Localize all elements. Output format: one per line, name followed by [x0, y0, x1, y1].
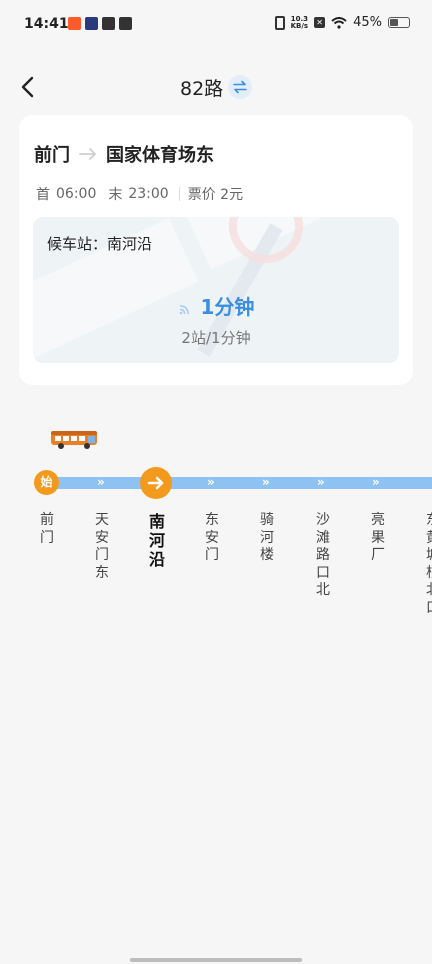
last-bus-label: 末 — [108, 187, 123, 203]
network-speed-unit: KB/s — [290, 21, 309, 30]
stop-label[interactable]: 东黄城根北口 — [423, 512, 432, 617]
network-speed: 10.3 KB/s — [290, 15, 309, 30]
first-bus-label: 首 — [36, 187, 50, 203]
sim-off-icon: ✕ — [314, 17, 326, 28]
last-bus-time: 23:00 — [128, 186, 169, 202]
notification-app-icon — [68, 17, 81, 30]
chevron-right-icon: » — [262, 475, 270, 489]
wifi-icon — [331, 16, 347, 29]
swap-direction-button[interactable] — [228, 75, 252, 99]
notification-app-icon — [119, 17, 132, 30]
route-direction: 前门 国家体育场东 — [34, 141, 214, 167]
top-bar: 82路 — [0, 64, 432, 110]
page-title: 82路 — [180, 78, 224, 100]
back-button[interactable] — [14, 72, 44, 102]
vibrate-icon — [274, 15, 285, 30]
chevron-right-icon: » — [97, 475, 105, 489]
divider — [178, 187, 180, 201]
status-time: 14:41 — [24, 16, 69, 32]
eta-detail: 2站/1分钟 — [181, 329, 251, 347]
stop-label[interactable]: 亮果厂 — [368, 512, 388, 565]
chevron-right-icon: » — [207, 475, 215, 489]
eta-time: 1分钟 — [200, 295, 255, 319]
first-bus-time: 06:00 — [56, 186, 97, 202]
home-indicator[interactable] — [130, 958, 302, 962]
notification-app-icon — [85, 17, 98, 30]
stop-label[interactable]: 骑河楼 — [257, 512, 277, 565]
waiting-station: 候车站：南河沿 — [47, 235, 153, 253]
status-bar: 14:41 10.3 KB/s ✕ 45% — [0, 0, 432, 52]
battery-icon — [388, 17, 410, 28]
current-stop-label[interactable]: 南河沿 — [147, 512, 167, 569]
service-hours: 首 06:00 末 23:00 票价 2元 — [36, 184, 243, 204]
stop-label[interactable]: 沙滩路口北 — [313, 512, 333, 600]
arrow-right-icon — [79, 148, 96, 160]
route-info-card: 前门 国家体育场东 首 06:00 末 23:00 票价 2元 候车站：南河沿 … — [19, 115, 413, 385]
current-stop-marker — [140, 467, 172, 499]
chevron-left-icon — [21, 76, 34, 98]
fare: 票价 2元 — [187, 187, 244, 203]
swap-direction-icon — [233, 80, 247, 94]
chevron-right-icon: » — [372, 475, 380, 489]
route-origin: 前门 — [34, 145, 70, 166]
notification-app-icon — [102, 17, 115, 30]
battery-percent: 45% — [353, 15, 382, 30]
bus-icon — [51, 431, 97, 449]
arrival-panel[interactable]: 候车站：南河沿 1分钟 2站/1分钟 — [33, 217, 399, 363]
stop-label[interactable]: 东安门 — [202, 512, 222, 565]
start-stop-badge: 始 — [34, 470, 59, 495]
route-destination: 国家体育场东 — [106, 145, 214, 166]
realtime-signal-icon — [179, 304, 189, 314]
arrow-right-icon — [147, 476, 164, 490]
notification-icons — [68, 17, 132, 30]
eta-line: 1分钟 — [33, 291, 399, 320]
stop-label[interactable]: 前门 — [37, 512, 57, 547]
bus-line-diagram[interactable]: » » » » » 始 前门 天安门东 南河沿 东安门 骑河楼 沙滩路口北 亮果厂 东黄城根北口 — [0, 420, 432, 630]
chevron-right-icon: » — [317, 475, 325, 489]
stop-label[interactable]: 天安门东 — [92, 512, 112, 582]
